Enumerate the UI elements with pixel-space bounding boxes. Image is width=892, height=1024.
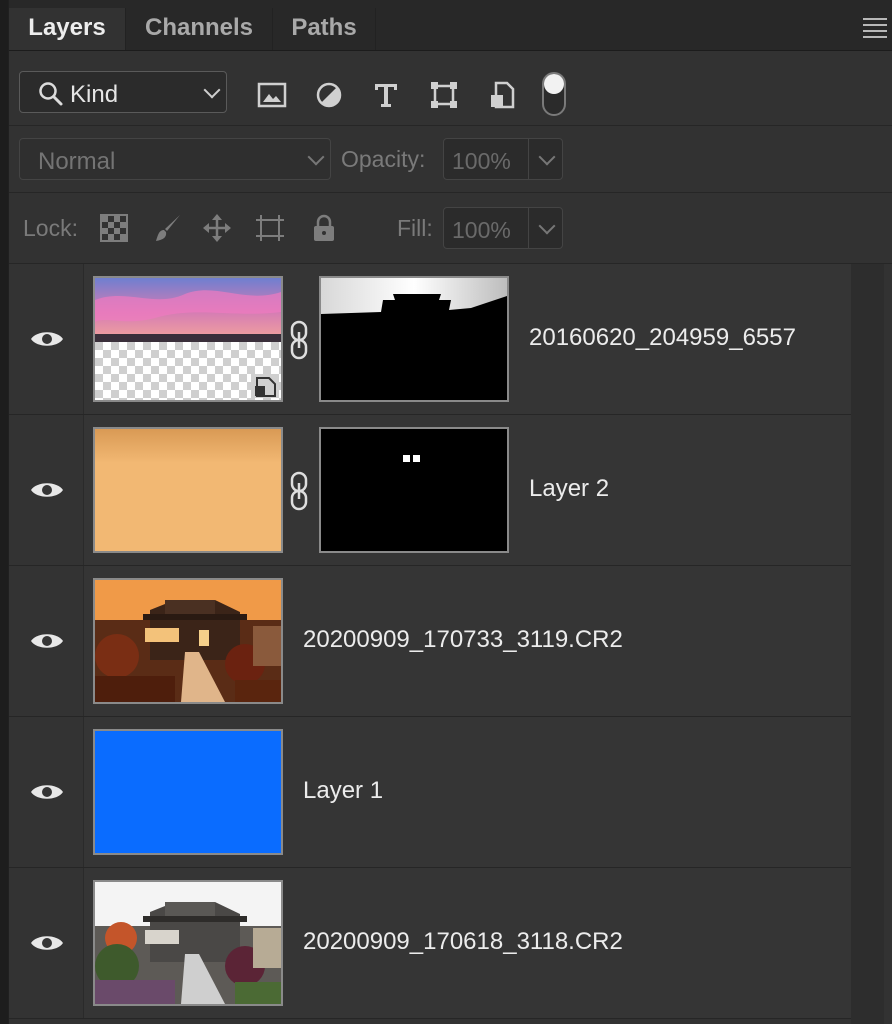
image-filter-icon[interactable]	[257, 81, 287, 109]
lock-artboard-icon[interactable]	[255, 213, 285, 243]
lock-transparency-icon[interactable]	[99, 213, 129, 243]
visibility-eye-icon[interactable]	[29, 630, 65, 652]
layer-thumbnail[interactable]	[93, 880, 283, 1006]
layers-panel: Layers Channels Paths Kind Normal Opacit…	[8, 0, 892, 1024]
opacity-field[interactable]: 100%	[443, 138, 563, 180]
layer-row[interactable]: 20160620_204959_6557	[9, 264, 859, 415]
link-chain-icon[interactable]	[287, 471, 311, 511]
fill-value: 100%	[452, 217, 511, 243]
fill-label: Fill:	[397, 215, 433, 241]
search-icon	[39, 82, 63, 106]
layer-thumbnail[interactable]	[93, 729, 283, 855]
visibility-eye-icon[interactable]	[29, 328, 65, 350]
filter-kind-label: Kind	[70, 81, 119, 108]
tab-paths[interactable]: Paths	[273, 8, 376, 50]
lock-paint-icon[interactable]	[153, 213, 183, 243]
smart-object-filter-icon[interactable]	[487, 81, 517, 109]
layer-thumbnail[interactable]	[93, 578, 283, 704]
visibility-eye-icon[interactable]	[29, 781, 65, 803]
layer-name[interactable]: 20160620_204959_6557	[529, 324, 796, 352]
chevron-down-icon	[203, 81, 221, 99]
tab-channels[interactable]: Channels	[126, 8, 273, 50]
layer-row[interactable]: Layer 2	[9, 415, 859, 566]
opacity-value: 100%	[452, 148, 511, 174]
chevron-down-icon[interactable]	[538, 148, 556, 166]
lock-label: Lock:	[23, 215, 78, 241]
shape-filter-icon[interactable]	[429, 81, 459, 109]
type-filter-icon[interactable]	[371, 81, 401, 109]
chevron-down-icon	[307, 148, 325, 166]
blend-mode-select[interactable]: Normal	[19, 138, 331, 180]
panel-menu-icon[interactable]	[863, 18, 887, 42]
layer-name[interactable]: Layer 2	[529, 475, 609, 503]
blend-mode-label: Normal	[38, 148, 116, 175]
chevron-down-icon[interactable]	[538, 217, 556, 235]
panel-tabs: Layers Channels Paths	[9, 0, 892, 51]
fill-field[interactable]: 100%	[443, 207, 563, 249]
blend-row: Normal Opacity: 100%	[9, 126, 892, 193]
layer-name[interactable]: Layer 1	[303, 777, 383, 805]
layers-scrollbar[interactable]	[851, 264, 884, 1024]
visibility-eye-icon[interactable]	[29, 932, 65, 954]
link-chain-icon[interactable]	[287, 320, 311, 360]
layer-row[interactable]: Layer 1	[9, 717, 859, 868]
layer-row[interactable]: 20200909_170733_3119.CR2	[9, 566, 859, 717]
lock-position-icon[interactable]	[202, 213, 232, 243]
tab-layers[interactable]: Layers	[9, 8, 126, 50]
filter-toggle-icon[interactable]	[541, 71, 567, 117]
filter-row: Kind	[9, 51, 892, 126]
layer-name[interactable]: 20200909_170733_3119.CR2	[303, 626, 623, 654]
lock-all-icon[interactable]	[309, 213, 339, 243]
adjustment-filter-icon[interactable]	[314, 81, 344, 109]
layer-name[interactable]: 20200909_170618_3118.CR2	[303, 928, 623, 956]
layer-mask-thumbnail[interactable]	[319, 276, 509, 402]
filter-kind-select[interactable]: Kind	[19, 71, 227, 113]
opacity-label: Opacity:	[341, 146, 426, 172]
layer-mask-thumbnail[interactable]	[319, 427, 509, 553]
layer-thumbnail[interactable]	[93, 427, 283, 553]
layer-thumbnail[interactable]	[93, 276, 283, 402]
lock-row: Lock: Fill: 100%	[9, 193, 892, 264]
visibility-eye-icon[interactable]	[29, 479, 65, 501]
layer-row[interactable]: 20200909_170618_3118.CR2	[9, 868, 859, 1019]
